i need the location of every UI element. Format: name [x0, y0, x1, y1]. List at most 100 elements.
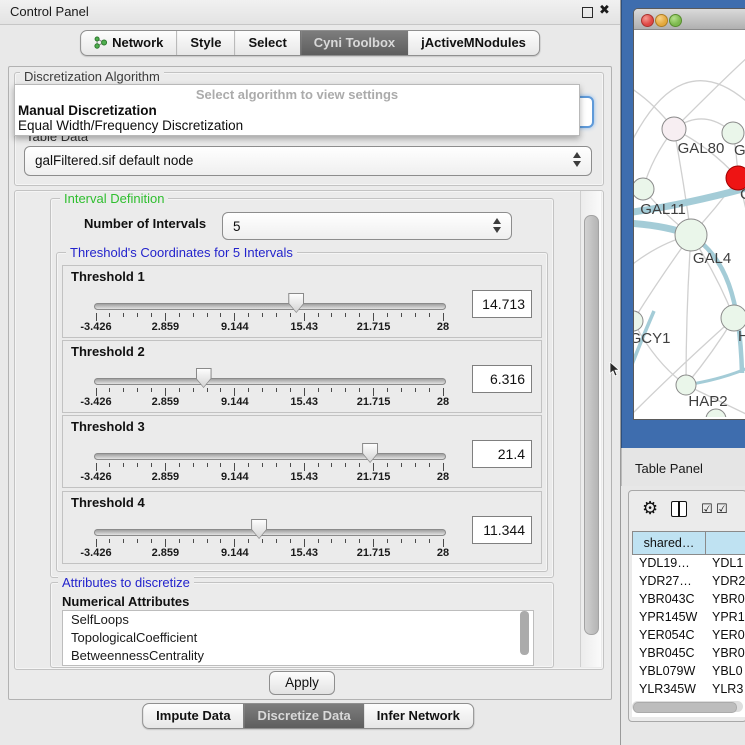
tick-label: 2.859: [135, 396, 195, 408]
tick-label: 28: [413, 321, 473, 333]
network-canvas[interactable]: GAL80GCGAL11GAL4GCY1HHAP2: [634, 29, 745, 417]
combo-stepper-icon[interactable]: [573, 152, 582, 167]
major-tick: [165, 388, 166, 396]
threshold-slider-track[interactable]: [94, 453, 446, 460]
checkbox-icon[interactable]: ☑: [716, 502, 728, 517]
tab-style[interactable]: Style: [176, 31, 234, 55]
network-edge[interactable]: [686, 235, 691, 385]
number-of-intervals-spinner[interactable]: 5: [222, 212, 512, 240]
network-edge[interactable]: [674, 57, 745, 129]
network-node-gal4[interactable]: [675, 219, 707, 251]
discretization-algorithm-label: Discretization Algorithm: [20, 70, 164, 84]
tab-infer-network[interactable]: Infer Network: [364, 704, 473, 728]
threshold-slider-track[interactable]: [94, 529, 446, 536]
algorithm-option[interactable]: Manual Discretization: [18, 103, 157, 118]
table-panel: ⚙ ☑ ☑ shared…n YDL19…YDL1YDR27…YDR2YBR04…: [628, 490, 745, 722]
node-label: H: [738, 328, 745, 345]
table-row[interactable]: YER054CYER0: [632, 627, 745, 645]
vertical-scrollbar[interactable]: [580, 191, 601, 667]
control-panel-titlebar: Control Panel ✖: [0, 0, 620, 25]
threshold-label: Threshold 3: [71, 419, 145, 434]
tick-label: 9.144: [205, 547, 265, 559]
network-node[interactable]: [706, 409, 726, 417]
network-window-titlebar[interactable]: [634, 9, 745, 30]
threshold-value-field[interactable]: 6.316: [472, 365, 532, 393]
major-tick: [373, 463, 374, 471]
threshold-panel: Threshold 4-3.4262.8599.14415.4321.71528…: [62, 491, 542, 564]
network-node-g[interactable]: [722, 122, 744, 144]
gear-icon[interactable]: ⚙: [642, 498, 658, 519]
cell-shared-name: YPR145W: [639, 610, 697, 624]
major-tick: [96, 388, 97, 396]
cell-shared-name: YBR045C: [639, 646, 695, 660]
node-label: HAP2: [688, 393, 727, 410]
table-row[interactable]: YPR145WYPR1: [632, 609, 745, 627]
scrollbar-thumb[interactable]: [584, 215, 599, 635]
threshold-slider-thumb[interactable]: [251, 519, 267, 539]
zoom-traffic-light-icon[interactable]: [669, 14, 682, 27]
column-header-1[interactable]: shared…: [632, 531, 705, 555]
minor-tick: [137, 539, 138, 543]
table-row[interactable]: YDR27…YDR2: [632, 573, 745, 591]
tick-label: 15.43: [274, 396, 334, 408]
network-node-hap2[interactable]: [676, 375, 696, 395]
minor-tick: [401, 313, 402, 317]
cell-shared-name: YER054C: [639, 628, 695, 642]
threshold-value-field[interactable]: 14.713: [472, 290, 532, 318]
spinner-stepper-icon[interactable]: [493, 218, 502, 233]
threshold-slider-track[interactable]: [94, 303, 446, 310]
threshold-slider-thumb[interactable]: [196, 368, 212, 388]
apply-button[interactable]: Apply: [269, 671, 335, 695]
attribute-item[interactable]: BetweennessCentrality: [63, 647, 533, 665]
tab-impute-data[interactable]: Impute Data: [143, 704, 243, 728]
table-data-combobox[interactable]: galFiltered.sif default node: [24, 146, 592, 176]
tick-label: -3.426: [66, 321, 126, 333]
attribute-item[interactable]: TopologicalCoefficient: [63, 629, 533, 647]
minor-tick: [193, 388, 194, 392]
tick-label: -3.426: [66, 471, 126, 483]
attributes-scrollbar-thumb[interactable]: [520, 611, 529, 655]
attribute-item[interactable]: SelfLoops: [63, 611, 533, 629]
tab-select[interactable]: Select: [234, 31, 299, 55]
network-node-gal80[interactable]: [662, 117, 686, 141]
tab-network[interactable]: Network: [81, 31, 176, 55]
table-row[interactable]: YBL079WYBL0: [632, 663, 745, 681]
table-horizontal-scrollbar[interactable]: [632, 701, 743, 712]
minor-tick: [207, 313, 208, 317]
table-row[interactable]: YBR043CYBR0: [632, 591, 745, 609]
minimize-traffic-light-icon[interactable]: [655, 14, 668, 27]
network-node-gcy1[interactable]: [634, 311, 643, 331]
minor-tick: [109, 463, 110, 467]
threshold-slider-track[interactable]: [94, 378, 446, 385]
table-row[interactable]: YDL19…YDL1: [632, 555, 745, 573]
threshold-slider-thumb[interactable]: [362, 443, 378, 463]
tick-label: 9.144: [205, 396, 265, 408]
numerical-attributes-list[interactable]: SelfLoopsTopologicalCoefficientBetweenne…: [62, 610, 534, 666]
algorithm-option[interactable]: Equal Width/Frequency Discretization: [18, 118, 243, 133]
checkbox-icon[interactable]: ☑: [701, 502, 713, 517]
float-window-icon[interactable]: [582, 7, 593, 18]
threshold-slider-thumb[interactable]: [288, 293, 304, 313]
node-label: GAL4: [693, 250, 731, 267]
column-header-2[interactable]: n: [705, 531, 745, 555]
table-scrollbar-thumb[interactable]: [633, 702, 737, 713]
tab-cyni-toolbox[interactable]: Cyni Toolbox: [300, 31, 408, 55]
tab-jactivemnodules[interactable]: jActiveMNodules: [408, 31, 539, 55]
minor-tick: [359, 388, 360, 392]
close-traffic-light-icon[interactable]: [641, 14, 654, 27]
table-row[interactable]: YBR045CYBR0: [632, 645, 745, 663]
columns-icon[interactable]: [671, 501, 687, 517]
tab-discretize-data[interactable]: Discretize Data: [244, 704, 364, 728]
minor-tick: [248, 463, 249, 467]
minor-tick: [193, 463, 194, 467]
network-node-gal11[interactable]: [634, 178, 654, 200]
threshold-value-field[interactable]: 11.344: [472, 516, 532, 544]
threshold-value-field[interactable]: 21.4: [472, 440, 532, 468]
minor-tick: [318, 388, 319, 392]
major-tick: [304, 313, 305, 321]
close-icon[interactable]: ✖: [599, 3, 610, 18]
table-row[interactable]: YLR345WYLR3: [632, 681, 745, 699]
minor-tick: [401, 463, 402, 467]
tick-label: 15.43: [274, 547, 334, 559]
minor-tick: [359, 463, 360, 467]
